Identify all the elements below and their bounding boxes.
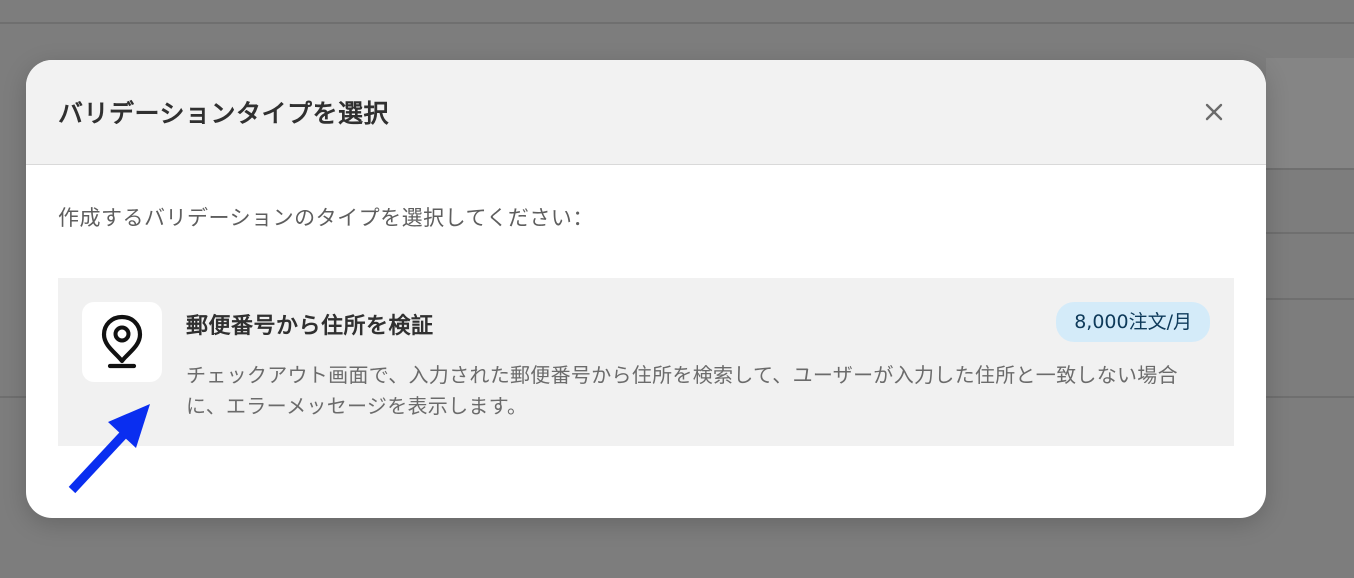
close-button[interactable] bbox=[1196, 94, 1232, 130]
background-divider bbox=[1266, 168, 1354, 170]
arrow-icon bbox=[68, 404, 150, 494]
background-divider bbox=[1266, 232, 1354, 234]
option-title: 郵便番号から住所を検証 bbox=[186, 314, 434, 339]
validation-type-modal: バリデーションタイプを選択 作成するバリデーションのタイプを選択してください： … bbox=[26, 60, 1266, 518]
map-pin-icon bbox=[101, 314, 143, 369]
volume-badge: 8,000注文/月 bbox=[1056, 302, 1210, 342]
background-panel bbox=[1266, 58, 1354, 170]
option-icon-container bbox=[82, 302, 162, 382]
modal-title: バリデーションタイプを選択 bbox=[58, 99, 390, 128]
close-icon bbox=[1205, 103, 1223, 121]
option-postal-code-validation[interactable]: 郵便番号から住所を検証 8,000注文/月 チェックアウト画面で、入力された郵便… bbox=[58, 278, 1234, 446]
option-description: チェックアウト画面で、入力された郵便番号から住所を検索して、ユーザーが入力した住… bbox=[186, 363, 1178, 418]
modal-description: 作成するバリデーションのタイプを選択してください： bbox=[58, 206, 594, 230]
background-divider bbox=[0, 22, 1354, 24]
background-divider bbox=[1266, 298, 1354, 300]
modal-header: バリデーションタイプを選択 bbox=[26, 60, 1266, 165]
